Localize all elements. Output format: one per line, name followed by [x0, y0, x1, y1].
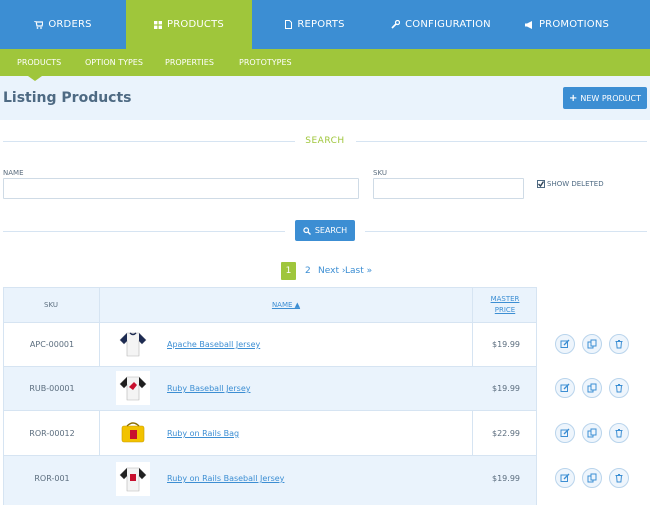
product-thumbnail[interactable] [116, 327, 150, 361]
row-price: $19.99 [492, 384, 520, 393]
trash-icon [615, 340, 623, 349]
clone-button[interactable] [582, 334, 602, 354]
edit-icon [560, 428, 570, 437]
tab-products[interactable]: PRODUCTS [126, 0, 252, 49]
last-page-link[interactable]: Last » [345, 262, 372, 280]
copy-icon [587, 383, 597, 393]
row-price: $19.99 [492, 474, 520, 483]
tab-products-label: PRODUCTS [167, 19, 224, 30]
edit-button[interactable] [555, 334, 575, 354]
table-row: ROR-001 Ruby on Rails Baseball Jersey $1… [3, 456, 537, 505]
clone-button[interactable] [582, 378, 602, 398]
search-button[interactable]: SEARCH [295, 220, 355, 241]
jersey-black-image [119, 467, 147, 492]
delete-button[interactable] [609, 334, 629, 354]
bag-yellow-image [121, 422, 145, 443]
page-title: Listing Products [3, 90, 132, 106]
clone-button[interactable] [582, 423, 602, 443]
edit-button[interactable] [555, 468, 575, 488]
file-icon [285, 20, 293, 29]
sub-nav: PRODUCTS OPTION TYPES PROPERTIES PROTOTY… [0, 49, 650, 76]
new-product-label: NEW PRODUCT [580, 93, 642, 103]
search-bottom-divider-right [365, 231, 647, 232]
row-price: $19.99 [492, 340, 520, 349]
trash-icon [615, 474, 623, 483]
copy-icon [587, 339, 597, 349]
product-name-link[interactable]: Apache Baseball Jersey [167, 340, 260, 349]
tab-promotions[interactable]: PROMOTIONS [504, 0, 630, 49]
tab-reports-label: REPORTS [297, 19, 345, 30]
grid-icon [154, 20, 163, 29]
new-product-button[interactable]: + NEW PRODUCT [563, 87, 647, 109]
copy-icon [587, 473, 597, 483]
row-sku: RUB-00001 [29, 384, 75, 393]
checkmark-icon [538, 181, 545, 188]
jersey-navy-image [119, 332, 147, 357]
jersey-red-image [119, 376, 147, 401]
table-row: RUB-00001 Ruby Baseball Jersey $19.99 [3, 367, 537, 411]
edit-icon [560, 383, 570, 392]
table-row: APC-00001 Apache Baseball Jersey $19.99 [3, 323, 537, 367]
edit-button[interactable] [555, 378, 575, 398]
next-page-link[interactable]: Next › [318, 262, 345, 280]
cart-icon [34, 20, 44, 29]
master-price-header-line2[interactable]: PRICE [473, 306, 537, 314]
search-legend: SEARCH [305, 136, 345, 146]
search-button-label: SEARCH [314, 226, 348, 235]
edit-icon [560, 339, 570, 348]
tab-promotions-label: PROMOTIONS [538, 19, 610, 30]
wrench-icon [391, 20, 401, 29]
tab-orders[interactable]: ORDERS [0, 0, 126, 49]
trash-icon [615, 384, 623, 393]
search-bottom-divider-left [3, 231, 285, 232]
tab-reports[interactable]: REPORTS [252, 0, 378, 49]
row-sku: ROR-001 [34, 474, 70, 483]
product-thumbnail[interactable] [116, 462, 150, 496]
subtab-option-types[interactable]: OPTION TYPES [85, 49, 143, 76]
copy-icon [587, 428, 597, 438]
page-2-link[interactable]: 2 [305, 262, 311, 280]
product-name-link[interactable]: Ruby Baseball Jersey [167, 384, 250, 393]
product-name-link[interactable]: Ruby on Rails Baseball Jersey [167, 474, 284, 483]
delete-button[interactable] [609, 378, 629, 398]
main-nav: ORDERS PRODUCTS REPORTS CONFIGURATION PR… [0, 0, 650, 49]
sku-input[interactable] [373, 178, 524, 199]
plus-icon: + [568, 92, 578, 104]
clone-button[interactable] [582, 468, 602, 488]
show-deleted-checkbox[interactable] [537, 180, 545, 188]
sku-label: SKU [373, 169, 387, 177]
row-sku: APC-00001 [29, 340, 75, 349]
page-1-current[interactable]: 1 [281, 262, 296, 280]
product-name-link[interactable]: Ruby on Rails Bag [167, 429, 239, 438]
sku-header: SKU [44, 301, 58, 309]
show-deleted-label: SHOW DELETED [547, 180, 604, 188]
search-divider-right [356, 141, 647, 142]
name-header-sort[interactable]: NAME ▲ [100, 301, 472, 309]
product-thumbnail[interactable] [116, 416, 150, 450]
active-subtab-caret [28, 76, 42, 81]
trash-icon [615, 429, 623, 438]
table-row: ROR-00012 Ruby on Rails Bag $22.99 [3, 411, 537, 456]
tab-orders-label: ORDERS [48, 19, 92, 30]
tab-configuration[interactable]: CONFIGURATION [378, 0, 504, 49]
search-icon [303, 226, 311, 235]
search-divider-left [3, 141, 295, 142]
subtab-products[interactable]: PRODUCTS [17, 49, 61, 76]
name-input[interactable] [3, 178, 359, 199]
bullhorn-icon [524, 20, 532, 29]
delete-button[interactable] [609, 468, 629, 488]
tab-configuration-label: CONFIGURATION [405, 19, 491, 30]
subtab-properties[interactable]: PROPERTIES [165, 49, 214, 76]
subtab-prototypes[interactable]: PROTOTYPES [239, 49, 292, 76]
row-price: $22.99 [492, 429, 520, 438]
edit-button[interactable] [555, 423, 575, 443]
name-label: NAME [3, 169, 24, 177]
product-thumbnail[interactable] [116, 371, 150, 405]
edit-icon [560, 473, 570, 482]
row-sku: ROR-00012 [29, 429, 75, 438]
delete-button[interactable] [609, 423, 629, 443]
master-price-header-line1[interactable]: MASTER [473, 295, 537, 303]
